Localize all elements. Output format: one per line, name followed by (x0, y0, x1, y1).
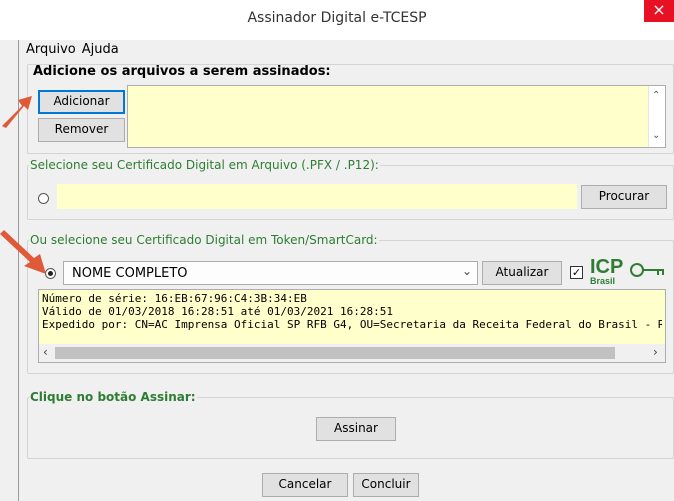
token-cert-select[interactable]: NOME COMPLETO ⌄ (63, 261, 478, 285)
sign-button[interactable]: Assinar (316, 417, 396, 441)
cert-info-box: Número de série: 16:EB:67:96:C4:3B:34:EB… (38, 289, 666, 363)
refresh-button[interactable]: Atualizar (482, 261, 562, 285)
file-cert-radio[interactable] (38, 193, 49, 204)
cert-serial: Número de série: 16:EB:67:96:C4:3B:34:EB (42, 292, 307, 305)
file-cert-group-title: Selecione seu Certificado Digital em Arq… (29, 158, 380, 172)
scroll-thumb[interactable] (55, 347, 615, 359)
sign-group-title: Clique no botão Assinar: (29, 390, 197, 404)
chevron-down-icon[interactable]: ⌄ (462, 264, 472, 278)
close-button[interactable]: × (644, 0, 674, 22)
arrow-icon (0, 230, 46, 274)
icp-logo-subtext: Brasil (590, 276, 616, 286)
file-list-scrollbar[interactable]: ⌃ ⌄ (648, 86, 665, 147)
token-group-title: Ou selecione seu Certificado Digital em … (29, 233, 379, 247)
scroll-left-icon[interactable]: ‹ (43, 345, 48, 359)
token-cert-selected: NOME COMPLETO (72, 266, 188, 281)
menu-bar: Arquivo Ajuda (26, 42, 125, 60)
cert-issuer: Expedido por: CN=AC Imprensa Oficial SP … (42, 318, 662, 331)
scroll-up-icon[interactable]: ⌃ (652, 90, 660, 101)
files-group-title: Adicione os arquivos a serem assinados: (33, 64, 331, 79)
token-checkbox[interactable]: ✓ (570, 266, 583, 279)
menu-ajuda[interactable]: Ajuda (82, 42, 119, 57)
scroll-down-icon[interactable]: ⌄ (652, 130, 660, 141)
file-list[interactable]: ⌃ ⌄ (127, 85, 666, 148)
browse-button[interactable]: Procurar (581, 185, 667, 209)
window-title: Assinador Digital e-TCESP (247, 10, 427, 26)
add-button[interactable]: Adicionar (38, 90, 125, 114)
cancel-button[interactable]: Cancelar (262, 473, 348, 497)
key-icon (630, 263, 664, 277)
finish-button[interactable]: Concluir (353, 473, 419, 497)
menu-arquivo[interactable]: Arquivo (26, 42, 76, 57)
cert-validity: Válido de 01/03/2018 16:28:51 até 01/03/… (42, 305, 393, 318)
remove-button[interactable]: Remover (38, 118, 125, 142)
cert-info-hscrollbar[interactable]: ‹ › (39, 344, 665, 362)
arrow-icon (2, 96, 32, 128)
file-cert-path-input[interactable] (57, 184, 577, 209)
scroll-right-icon[interactable]: › (653, 345, 658, 359)
icp-brasil-logo: ICP Brasil (588, 256, 668, 288)
